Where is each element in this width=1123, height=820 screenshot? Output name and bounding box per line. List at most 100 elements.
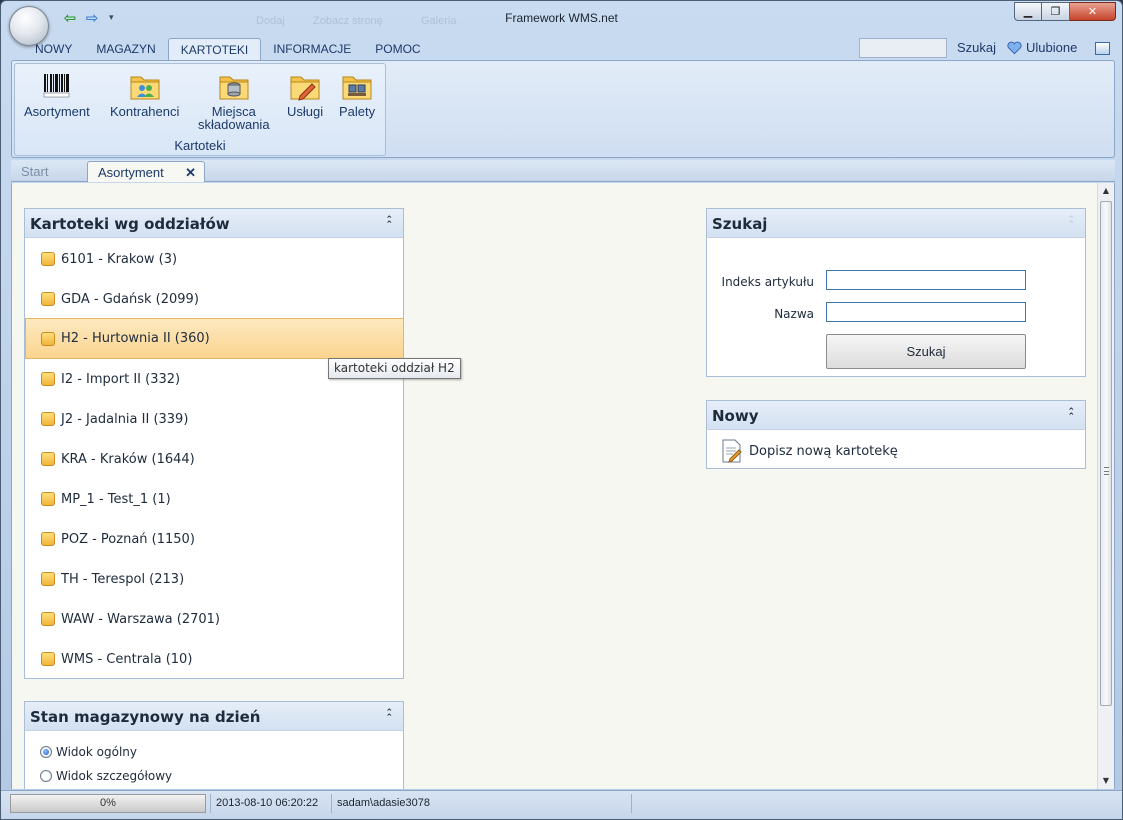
stock-panel-header: Stan magazynowy na dzień ⌃ ⌃	[25, 702, 403, 731]
scroll-down-icon[interactable]: ▼	[1098, 773, 1114, 789]
scroll-thumb[interactable]	[1100, 201, 1112, 706]
storage-folder-icon	[219, 76, 249, 100]
progress-bar: 0%	[10, 794, 206, 813]
collapse-icon[interactable]: ⌃ ⌃	[1067, 408, 1075, 422]
index-input[interactable]	[826, 270, 1026, 290]
status-empty-cell	[631, 794, 1111, 813]
asortyment-button[interactable]: Asortyment	[24, 70, 90, 118]
heart-icon	[1007, 41, 1022, 54]
branch-item[interactable]: MP_1 - Test_1 (1)	[26, 479, 403, 519]
favorites-link[interactable]: Ulubione	[1007, 40, 1077, 55]
close-button[interactable]: ✕	[1070, 2, 1116, 21]
tab-start[interactable]: Start	[11, 161, 85, 182]
branch-label: WAW - Warszawa (2701)	[61, 611, 220, 627]
branches-panel-title: Kartoteki wg oddziałów	[30, 215, 230, 233]
branch-item-hovered[interactable]: H2 - Hurtownia II (360)	[25, 318, 404, 359]
branch-item[interactable]: GDA - Gdańsk (2099)	[26, 279, 403, 319]
branch-item[interactable]: TH - Terespol (213)	[26, 559, 403, 599]
minimize-ribbon-icon[interactable]	[1095, 42, 1110, 55]
name-input[interactable]	[826, 302, 1026, 322]
ribbon-group-label: Kartoteki	[174, 138, 226, 153]
new-panel-title: Nowy	[712, 407, 759, 425]
tab-magazyn[interactable]: MAGAZYN	[84, 38, 167, 60]
folder-icon	[41, 292, 55, 306]
search-panel: Szukaj ⌃ ⌃ Indeks artykułu Nazwa Szukaj	[706, 208, 1086, 377]
branch-label: GDA - Gdańsk (2099)	[61, 291, 199, 307]
uslugi-label: Usługi	[287, 104, 324, 119]
branch-item[interactable]: WMS - Centrala (10)	[26, 639, 403, 679]
folder-icon	[41, 331, 55, 346]
kontrahenci-label: Kontrahenci	[110, 104, 180, 119]
document-tabs: Start Asortyment ✕	[11, 160, 1115, 182]
branch-label: 6101 - Krakow (3)	[61, 251, 178, 267]
add-new-record-link[interactable]: Dopisz nową kartotekę	[721, 439, 898, 463]
branch-label: TH - Terespol (213)	[61, 571, 185, 587]
radio-general-view[interactable]: Widok ogólny	[40, 745, 137, 759]
palety-button[interactable]: Palety	[339, 70, 375, 118]
branch-label: H2 - Hurtownia II (360)	[61, 331, 210, 346]
maximize-button[interactable]: ❐	[1042, 2, 1070, 21]
branch-label: I2 - Import II (332)	[61, 371, 181, 387]
services-folder-icon	[290, 76, 320, 101]
radio-button-selected[interactable]	[40, 746, 52, 758]
folder-icon	[41, 372, 55, 386]
status-datetime: 2013-08-10 06:20:22	[210, 794, 331, 813]
uslugi-button[interactable]: Usługi	[287, 70, 323, 118]
pallets-folder-icon	[342, 76, 372, 100]
window-controls: ▁ ❐ ✕	[1014, 2, 1116, 21]
branch-label: WMS - Centrala (10)	[61, 651, 193, 667]
stock-panel-title: Stan magazynowy na dzień	[30, 708, 261, 726]
new-panel: Nowy ⌃ ⌃ Dopisz nową kartotekę	[706, 400, 1086, 469]
palety-label: Palety	[339, 104, 376, 119]
vertical-scrollbar[interactable]: ▲ ▼	[1097, 183, 1114, 789]
application-menu-button[interactable]	[9, 6, 49, 46]
ribbon-tabs: NOWY MAGAZYN KARTOTEKI INFORMACJE POMOC	[11, 38, 433, 60]
folder-icon	[41, 412, 55, 426]
minimize-button[interactable]: ▁	[1014, 2, 1042, 21]
index-label: Indeks artykułu	[721, 275, 814, 289]
asortyment-label: Asortyment	[24, 104, 90, 119]
tab-kartoteki[interactable]: KARTOTEKI	[167, 38, 262, 60]
close-tab-icon[interactable]: ✕	[185, 162, 196, 183]
folder-icon	[41, 612, 55, 626]
radio-detailed-view[interactable]: Widok szczegółowy	[40, 769, 172, 783]
main-content: Kartoteki wg oddziałów ⌃ ⌃ 6101 - Krakow …	[11, 183, 1115, 789]
tab-asortyment[interactable]: Asortyment ✕	[87, 161, 205, 182]
branch-label: KRA - Kraków (1644)	[61, 451, 195, 467]
collapse-icon[interactable]: ⌃ ⌃	[1067, 216, 1075, 230]
tab-pomoc[interactable]: POMOC	[363, 38, 432, 60]
quick-search-input[interactable]	[859, 38, 947, 58]
collapse-icon[interactable]: ⌃ ⌃	[385, 709, 393, 723]
search-button[interactable]: Szukaj	[826, 334, 1026, 369]
collapse-icon[interactable]: ⌃ ⌃	[385, 216, 393, 230]
window-title: Framework WMS.net	[505, 11, 618, 25]
kontrahenci-button[interactable]: Kontrahenci	[110, 70, 179, 118]
branch-item[interactable]: KRA - Kraków (1644)	[26, 439, 403, 479]
radio-button[interactable]	[40, 770, 52, 782]
branch-item[interactable]: 6101 - Krakow (3)	[26, 239, 403, 279]
branch-label: J2 - Jadalnia II (339)	[61, 411, 189, 427]
branch-label: POZ - Poznań (1150)	[61, 531, 195, 547]
name-label: Nazwa	[774, 307, 814, 321]
favorites-label: Ulubione	[1026, 40, 1078, 55]
search-link[interactable]: Szukaj	[957, 40, 996, 55]
miejsca-skladowania-button[interactable]: Miejsca składowania	[198, 70, 270, 131]
radio-label: Widok szczegółowy	[56, 769, 173, 783]
branch-item[interactable]: WAW - Warszawa (2701)	[26, 599, 403, 639]
radio-label: Widok ogólny	[56, 745, 137, 759]
branch-item[interactable]: POZ - Poznań (1150)	[26, 519, 403, 559]
title-bar: ⇦ ⇨ ▾ Dodaj Zobacz stronę Galeria Framew…	[1, 1, 1122, 46]
folder-icon	[41, 252, 55, 266]
branch-item[interactable]: J2 - Jadalnia II (339)	[26, 399, 403, 439]
contacts-folder-icon	[130, 76, 160, 100]
search-panel-title: Szukaj	[712, 215, 768, 233]
miejsca-label-line2: składowania	[198, 117, 270, 132]
tab-asortyment-label: Asortyment	[98, 165, 164, 180]
folder-icon	[41, 452, 55, 466]
tab-informacje[interactable]: INFORMACJE	[261, 38, 363, 60]
branch-label: MP_1 - Test_1 (1)	[61, 491, 171, 507]
app-window: ⇦ ⇨ ▾ Dodaj Zobacz stronę Galeria Framew…	[0, 0, 1123, 820]
scroll-up-icon[interactable]: ▲	[1098, 183, 1114, 199]
branches-panel: Kartoteki wg oddziałów ⌃ ⌃ 6101 - Krakow …	[24, 208, 404, 679]
stock-panel: Stan magazynowy na dzień ⌃ ⌃ Widok ogólny…	[24, 701, 404, 789]
